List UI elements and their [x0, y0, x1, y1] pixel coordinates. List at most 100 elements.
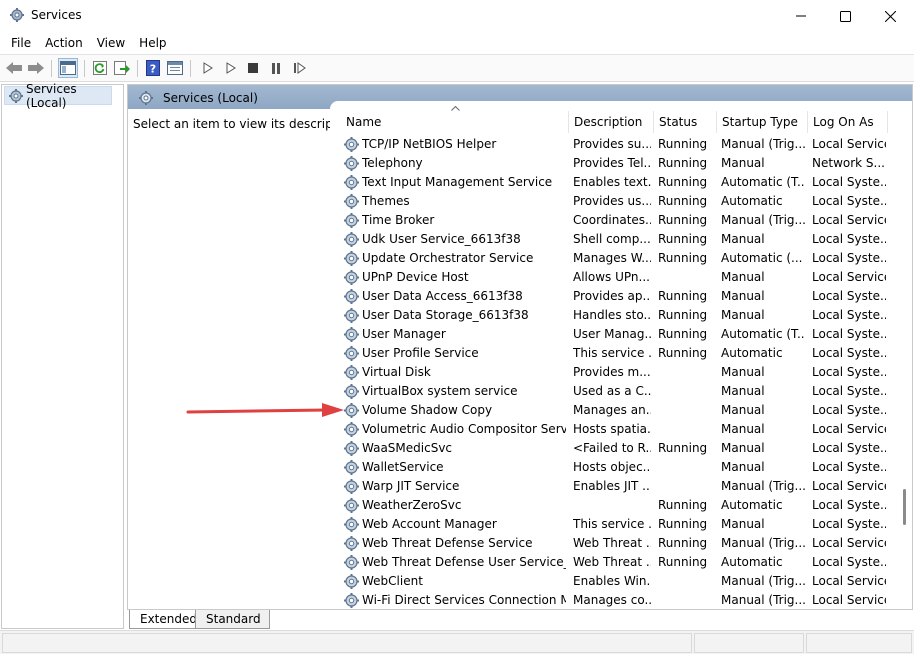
service-row[interactable]: WebClient Enables Win... Manual (Trig... Lo…	[330, 572, 890, 591]
service-row[interactable]: Udk User Service_6613f38 Shell comp... Run…	[330, 230, 890, 249]
menu-help[interactable]: Help	[132, 36, 173, 50]
service-row[interactable]: Wi-Fi Direct Services Connection Ma... Ma…	[330, 591, 890, 609]
service-name: Telephony	[362, 156, 423, 170]
service-row[interactable]: WaaSMedicSvc <Failed to R... Running Manual…	[330, 439, 890, 458]
service-row[interactable]: Virtual Disk Provides m... Manual Local Sys…	[330, 363, 890, 382]
column-header-name[interactable]: Name	[340, 101, 568, 134]
service-log-on-as: Local Service	[812, 536, 886, 550]
service-name: Wi-Fi Direct Services Connection Ma...	[362, 593, 566, 607]
service-startup-type: Manual	[721, 308, 765, 322]
service-status: Running	[658, 517, 708, 531]
stop-service-button[interactable]	[243, 58, 263, 78]
menu-view[interactable]: View	[90, 36, 132, 50]
service-description: Provides Tel...	[573, 156, 651, 170]
services-gear-icon	[9, 89, 23, 103]
service-row[interactable]: User Profile Service This service ... Runn…	[330, 344, 890, 363]
close-button[interactable]	[867, 0, 913, 32]
service-name: UPnP Device Host	[362, 270, 469, 284]
service-status: Running	[658, 536, 708, 550]
service-row[interactable]: User Data Storage_6613f38 Handles sto... R…	[330, 306, 890, 325]
service-row[interactable]: Warp JIT Service Enables JIT ... Manual (T…	[330, 477, 890, 496]
service-name: Text Input Management Service	[362, 175, 553, 189]
service-row[interactable]: Text Input Management Service Enables tex…	[330, 173, 890, 192]
column-header-status[interactable]: Status	[653, 101, 716, 134]
service-row[interactable]: Update Orchestrator Service Manages W... R…	[330, 249, 890, 268]
toolbar-separator	[84, 60, 85, 77]
service-description: Handles sto...	[573, 308, 651, 322]
status-segment	[694, 633, 804, 653]
service-description: <Failed to R...	[573, 441, 651, 455]
start-service-alt-icon	[226, 62, 236, 74]
service-description: Allows UPn...	[573, 270, 650, 284]
service-row[interactable]: Telephony Provides Tel... Running Manual Net…	[330, 154, 890, 173]
export-list-button[interactable]	[112, 58, 132, 78]
column-header-startup-type[interactable]: Startup Type	[716, 101, 807, 134]
start-service-button[interactable]	[198, 58, 218, 78]
service-row[interactable]: WeatherZeroSvc Running Automatic Local Syst…	[330, 496, 890, 515]
pause-service-button[interactable]	[266, 58, 286, 78]
toolbar-separator	[51, 60, 52, 77]
service-row[interactable]: VirtualBox system service Used as a C... M…	[330, 382, 890, 401]
service-name: WalletService	[362, 460, 444, 474]
column-header-log-on-as[interactable]: Log On As	[807, 101, 887, 134]
refresh-button[interactable]	[90, 58, 110, 78]
service-row[interactable]: TCP/IP NetBIOS Helper Provides su... Runni…	[330, 135, 890, 154]
help-button[interactable]: ?	[143, 58, 163, 78]
service-log-on-as: Local Service	[812, 270, 886, 284]
service-row[interactable]: Web Account Manager This service ... Runni…	[330, 515, 890, 534]
back-button[interactable]	[4, 58, 24, 78]
console-tree: Services (Local)	[1, 82, 124, 629]
service-startup-type: Manual	[721, 517, 765, 531]
scrollbar-thumb[interactable]	[903, 489, 906, 525]
minimize-button[interactable]	[778, 0, 824, 32]
pause-service-icon	[272, 62, 280, 74]
window-title: Services	[31, 8, 82, 22]
service-row[interactable]: Volumetric Audio Compositor Service Hosts…	[330, 420, 890, 439]
service-log-on-as: Local Syste...	[812, 346, 886, 360]
service-row[interactable]: User Data Access_6613f38 Provides ap... Ru…	[330, 287, 890, 306]
service-row[interactable]: Volume Shadow Copy Manages an... Manual Loc…	[330, 401, 890, 420]
tree-item-services-local[interactable]: Services (Local)	[4, 82, 112, 110]
service-log-on-as: Local Syste...	[812, 555, 886, 569]
maximize-icon	[839, 10, 851, 22]
column-divider[interactable]	[887, 111, 888, 133]
service-description: Provides us...	[573, 194, 651, 208]
vertical-scrollbar[interactable]	[898, 101, 912, 609]
services-list[interactable]: Name Description Status Startup Type Log…	[330, 101, 912, 609]
service-row[interactable]: User Manager User Manag... Running Automati…	[330, 325, 890, 344]
column-header-description[interactable]: Description	[568, 101, 653, 134]
service-row[interactable]: Themes Provides us... Running Automatic Loca…	[330, 192, 890, 211]
service-startup-type: Automatic	[721, 555, 783, 569]
service-gear-icon	[344, 536, 359, 551]
service-row[interactable]: WalletService Hosts objec... Manual Local S…	[330, 458, 890, 477]
service-name: Udk User Service_6613f38	[362, 232, 521, 246]
service-row[interactable]: Time Broker Coordinates... Running Manual (…	[330, 211, 890, 230]
toolbar: ?	[0, 54, 914, 82]
menu-action[interactable]: Action	[38, 36, 90, 50]
forward-button[interactable]	[26, 58, 46, 78]
service-startup-type: Manual (Trig...	[721, 536, 805, 550]
service-description: Enables Win...	[573, 574, 651, 588]
service-gear-icon	[344, 213, 359, 228]
menu-bar: File Action View Help	[0, 32, 914, 54]
service-name: Volumetric Audio Compositor Service	[362, 422, 566, 436]
service-name: Web Threat Defense Service	[362, 536, 533, 550]
service-name: Themes	[362, 194, 410, 208]
service-log-on-as: Local Syste...	[812, 498, 886, 512]
properties-button[interactable]	[165, 58, 185, 78]
service-status: Running	[658, 308, 708, 322]
service-description: Enables text...	[573, 175, 651, 189]
show-hide-console-tree-button[interactable]	[58, 58, 78, 78]
maximize-button[interactable]	[822, 0, 868, 32]
start-service-alt-button[interactable]	[221, 58, 241, 78]
service-row[interactable]: Web Threat Defense Service Web Threat ...…	[330, 534, 890, 553]
service-row[interactable]: UPnP Device Host Allows UPn... Manual Local…	[330, 268, 890, 287]
service-gear-icon	[344, 232, 359, 247]
menu-file[interactable]: File	[4, 36, 38, 50]
service-gear-icon	[344, 403, 359, 418]
service-row[interactable]: Web Threat Defense User Service_661... We…	[330, 553, 890, 572]
tab-standard[interactable]: Standard	[195, 610, 270, 629]
service-gear-icon	[344, 365, 359, 380]
restart-service-button[interactable]	[289, 58, 309, 78]
show-hide-console-tree-icon	[60, 61, 76, 75]
